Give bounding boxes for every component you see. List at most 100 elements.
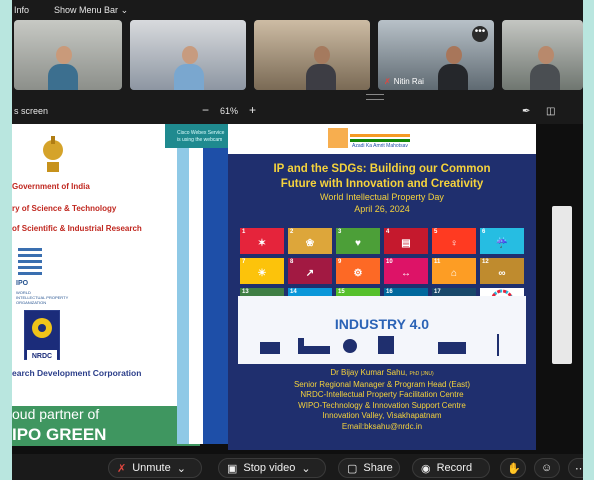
decorative-stripe bbox=[203, 124, 228, 444]
event-poster: Azadi Ka Amrit Mahotsav IP and the SDGs:… bbox=[228, 124, 536, 364]
poster-title-line: IP and the SDGs: Building our Common bbox=[273, 163, 491, 175]
industry-panel: INDUSTRY 4.0 bbox=[238, 296, 526, 364]
raise-hand-button[interactable]: ✋ bbox=[500, 458, 526, 478]
dept-label: of Scientific & Industrial Research bbox=[12, 224, 142, 233]
record-icon: ◉ bbox=[421, 462, 431, 475]
sdg-tile-number: 17 bbox=[434, 289, 441, 295]
shared-screen: Government of India ry of Science & Tech… bbox=[12, 124, 583, 454]
govt-label: Government of India bbox=[12, 182, 90, 191]
participant-name-tag: ✗ Nitin Rai bbox=[384, 77, 424, 86]
sdg-goal-icon: ☀ bbox=[257, 268, 267, 279]
poster-subtitle: World Intellectual Property Day bbox=[320, 192, 444, 202]
sdg-goal-icon: ↗ bbox=[305, 268, 315, 279]
participant-tile-5[interactable] bbox=[502, 20, 583, 90]
sdg-tile: 2 ❀ bbox=[288, 228, 332, 254]
participant-name: Nitin Rai bbox=[393, 77, 424, 86]
muted-mic-icon: ✗ bbox=[384, 77, 391, 86]
sdg-tile-number: 7 bbox=[242, 259, 246, 265]
share-screen-icon: ▢ bbox=[347, 462, 358, 475]
record-button[interactable]: ◉ Record bbox=[412, 458, 490, 478]
sdg-tile: 5 ♀ bbox=[432, 228, 476, 254]
wipo-subtitle: WORLD INTELLECTUAL PROPERTY ORGANIZATION bbox=[16, 290, 68, 305]
shared-left-document: Government of India ry of Science & Tech… bbox=[12, 124, 177, 444]
sdg-tile-number: 15 bbox=[338, 289, 345, 295]
wipo-green-banner: oud partner of IPO GREEN bbox=[12, 406, 200, 446]
sdg-tile-number: 8 bbox=[290, 259, 294, 265]
speaker-suffix: PhD (JNU) bbox=[409, 371, 434, 377]
share-button[interactable]: ▢ Share bbox=[338, 458, 400, 478]
meeting-window: Info Show Menu Bar ⌄ ••• ✗ Nitin Rai s s… bbox=[12, 0, 583, 480]
sdg-goal-icon: ▤ bbox=[401, 238, 411, 249]
corporation-label: earch Development Corporation bbox=[12, 368, 142, 378]
notification-line: is using the webcam bbox=[177, 137, 223, 143]
sdg-tile: 1 ✶ bbox=[240, 228, 284, 254]
sdg-tile: 8 ↗ bbox=[288, 258, 332, 284]
sdg-tile: 11 ⌂ bbox=[432, 258, 476, 284]
notification-line: Cisco Webex Service bbox=[177, 130, 225, 136]
more-options-button[interactable]: ••• bbox=[472, 26, 488, 42]
more-button[interactable]: ⋯ bbox=[568, 458, 583, 478]
sdg-goal-icon: ☔ bbox=[495, 238, 509, 249]
record-label: Record bbox=[436, 462, 473, 474]
unmute-label: Unmute bbox=[132, 462, 171, 474]
participant-video-person bbox=[48, 46, 78, 90]
meeting-controls: ✗ Unmute ⌄ ▣ Stop video ⌄ ▢ Share ◉ Reco… bbox=[12, 456, 583, 480]
zoom-in-button[interactable]: + bbox=[249, 103, 256, 117]
sdg-tile: 10 ↔ bbox=[384, 258, 428, 284]
national-emblem-icon bbox=[43, 136, 63, 172]
nrdc-logo: NRDC bbox=[24, 310, 60, 363]
sdg-goal-icon: ↔ bbox=[401, 268, 411, 279]
side-panel-edge[interactable] bbox=[552, 206, 572, 364]
sdg-goal-icon: ❀ bbox=[305, 238, 315, 249]
participant-video-person bbox=[174, 46, 204, 90]
sdg-tile-number: 14 bbox=[290, 289, 297, 295]
muted-mic-icon: ✗ bbox=[117, 462, 127, 475]
participant-strip: ••• ✗ Nitin Rai bbox=[12, 20, 583, 92]
top-bar: Info Show Menu Bar ⌄ bbox=[12, 0, 583, 20]
chevron-down-icon: ⌄ bbox=[176, 462, 186, 475]
poster-title: IP and the SDGs: Building our Common Fut… bbox=[228, 162, 536, 192]
sdg-tile: 6 ☔ bbox=[480, 228, 524, 254]
sdg-tile-number: 6 bbox=[482, 229, 486, 235]
participant-video-person bbox=[530, 46, 560, 90]
sdg-tile-number: 4 bbox=[386, 229, 390, 235]
speaker-detail: Innovation Valley, Visakhapatnam bbox=[322, 411, 442, 420]
participant-tile-4[interactable]: ••• ✗ Nitin Rai bbox=[378, 20, 494, 90]
participant-video-person bbox=[306, 46, 336, 90]
azadi-logo-text: Azadi Ka Amrit Mahotsav bbox=[352, 143, 408, 149]
participant-tile-3[interactable] bbox=[254, 20, 370, 90]
smiley-icon: ☺ bbox=[541, 462, 553, 474]
wipo-logo-icon bbox=[18, 248, 42, 275]
stop-video-button[interactable]: ▣ Stop video ⌄ bbox=[218, 458, 326, 478]
show-menu-bar-toggle[interactable]: Show Menu Bar ⌄ bbox=[54, 5, 128, 16]
sdg-goal-icon: ⌂ bbox=[450, 268, 458, 279]
wipo-label: IPO bbox=[16, 280, 29, 287]
sdg-tile-number: 16 bbox=[386, 289, 393, 295]
annotate-icon[interactable]: ✒ bbox=[522, 106, 530, 117]
participant-tile-2[interactable] bbox=[130, 20, 246, 90]
share-bar: s screen − 61% + ✒ ◫ bbox=[12, 100, 583, 122]
info-link[interactable]: Info bbox=[14, 5, 29, 15]
ministry-label: ry of Science & Technology bbox=[12, 204, 117, 213]
more-icon: ⋯ bbox=[575, 462, 583, 475]
remote-control-icon[interactable]: ◫ bbox=[546, 106, 555, 117]
gear-icon bbox=[32, 318, 52, 338]
unmute-button[interactable]: ✗ Unmute ⌄ bbox=[108, 458, 202, 478]
poster-header: Azadi Ka Amrit Mahotsav bbox=[228, 124, 536, 154]
sdg-tile-number: 3 bbox=[338, 229, 342, 235]
sdg-tile: 4 ▤ bbox=[384, 228, 428, 254]
speaker-name: Dr Bijay Kumar Sahu, bbox=[330, 368, 408, 377]
sdg-tile: 12 ∞ bbox=[480, 258, 524, 284]
reactions-button[interactable]: ☺ bbox=[534, 458, 560, 478]
participant-tile-1[interactable] bbox=[14, 20, 122, 90]
sdg-tile-number: 11 bbox=[434, 259, 441, 265]
industry-icons bbox=[260, 334, 499, 356]
stop-video-label: Stop video bbox=[243, 462, 296, 474]
zoom-out-button[interactable]: − bbox=[202, 103, 209, 117]
speaker-detail: NRDC-Intellectual Property Facilitation … bbox=[300, 390, 464, 399]
sdg-tile: 9 ⚙ bbox=[336, 258, 380, 284]
decorative-stripe bbox=[177, 124, 189, 444]
sdg-goal-icon: ♀ bbox=[450, 238, 458, 249]
chevron-down-icon: ⌄ bbox=[301, 462, 311, 475]
share-label: s screen bbox=[14, 106, 49, 116]
